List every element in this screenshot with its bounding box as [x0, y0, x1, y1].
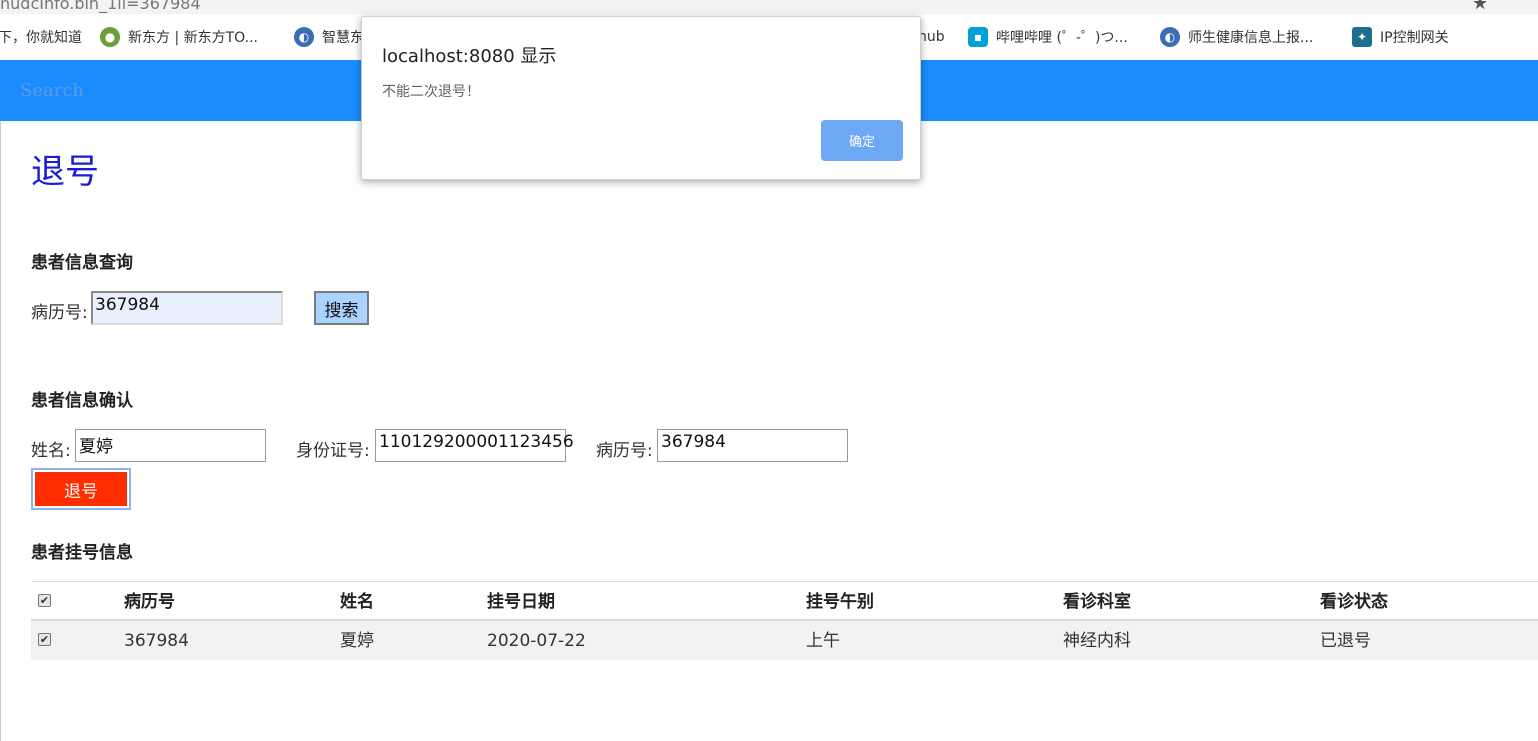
row-checkbox[interactable]: ✔	[38, 633, 51, 646]
record-number-label: 病历号:	[31, 303, 88, 323]
bookmark-label: 下，你就知道	[0, 30, 82, 46]
ok-button[interactable]: 确定	[821, 120, 903, 161]
confirm-section-title: 患者信息确认	[31, 391, 133, 411]
search-button[interactable]: 搜索	[314, 291, 369, 325]
bookmark-label: IP控制网关	[1380, 30, 1449, 46]
network-icon: ✦	[1352, 27, 1372, 47]
register-section-title: 患者挂号信息	[31, 543, 133, 563]
dialog-message: 不能二次退号！	[382, 84, 480, 100]
dialog-title: localhost:8080 显示	[382, 46, 557, 67]
bookmark-ip-gateway[interactable]: ✦ IP控制网关	[1352, 26, 1449, 48]
navbar-search[interactable]: Search	[20, 80, 84, 101]
column-header: 看诊科室	[1063, 592, 1131, 612]
bookmark-github[interactable]: hub	[918, 26, 945, 48]
select-all-checkbox[interactable]: ✔	[38, 594, 51, 607]
bookmark-label: 智慧东	[322, 30, 364, 46]
cell-name: 夏婷	[340, 631, 374, 651]
cell-status: 已退号	[1320, 631, 1371, 651]
id-number-label: 身份证号:	[296, 441, 370, 461]
address-pill[interactable]	[0, 0, 1505, 14]
globe-icon: ◐	[294, 27, 314, 47]
refund-button-label: 退号	[35, 472, 127, 506]
column-header: 看诊状态	[1320, 592, 1388, 612]
record-number-search-input[interactable]: 367984	[91, 291, 283, 325]
content-left-border	[0, 121, 1, 741]
bookmark-label: 新东方 | 新东方TO...	[128, 30, 258, 46]
page-title: 退号	[31, 152, 99, 192]
bookmark-zhihuidong[interactable]: ◐ 智慧东	[294, 26, 364, 48]
url-text: hudcInfo.bin_1ii=367984	[0, 0, 201, 13]
column-header: 病历号	[124, 592, 175, 612]
address-bar[interactable]: hudcInfo.bin_1ii=367984 ★	[0, 0, 1538, 14]
table-header-row: ✔ 病历号 姓名 挂号日期 挂号午别 看诊科室 看诊状态	[31, 582, 1538, 621]
registration-table: ✔ 病历号 姓名 挂号日期 挂号午别 看诊科室 看诊状态 ✔ 367984 夏婷…	[31, 581, 1538, 660]
bookmark-label: 哔哩哔哩 (゜-゜)つ...	[996, 30, 1128, 46]
bookmark-baidu[interactable]: 下，你就知道	[0, 26, 82, 48]
query-section-title: 患者信息查询	[31, 253, 133, 273]
bilibili-icon: ▪	[968, 27, 988, 47]
confirm-record-field[interactable]: 367984	[657, 429, 848, 462]
bookmark-label: hub	[918, 29, 945, 45]
globe-icon: ◐	[1160, 27, 1180, 47]
cell-record-number: 367984	[124, 631, 189, 651]
bookmark-xdf[interactable]: ● 新东方 | 新东方TO...	[100, 26, 258, 48]
refund-button[interactable]: 退号	[31, 468, 131, 510]
column-header: 姓名	[340, 592, 374, 612]
cell-period: 上午	[806, 631, 840, 651]
alert-dialog: localhost:8080 显示 不能二次退号！ 确定	[361, 16, 921, 180]
confirm-record-label: 病历号:	[596, 441, 653, 461]
table-row[interactable]: ✔ 367984 夏婷 2020-07-22 上午 神经内科 已退号	[31, 621, 1538, 660]
cell-department: 神经内科	[1063, 631, 1131, 651]
bookmark-bilibili[interactable]: ▪ 哔哩哔哩 (゜-゜)つ...	[968, 26, 1128, 48]
bookmark-label: 师生健康信息上报...	[1188, 30, 1314, 46]
bookmark-star-icon[interactable]: ★	[1472, 0, 1488, 14]
id-number-field[interactable]: 110129200001123456	[375, 429, 574, 462]
cell-date: 2020-07-22	[487, 631, 586, 651]
bookmark-health[interactable]: ◐ 师生健康信息上报...	[1160, 26, 1313, 48]
name-field[interactable]: 夏婷	[75, 429, 266, 462]
xdf-icon: ●	[100, 27, 120, 47]
column-header: 挂号午别	[806, 592, 874, 612]
name-label: 姓名:	[31, 441, 71, 461]
column-header: 挂号日期	[487, 592, 555, 612]
